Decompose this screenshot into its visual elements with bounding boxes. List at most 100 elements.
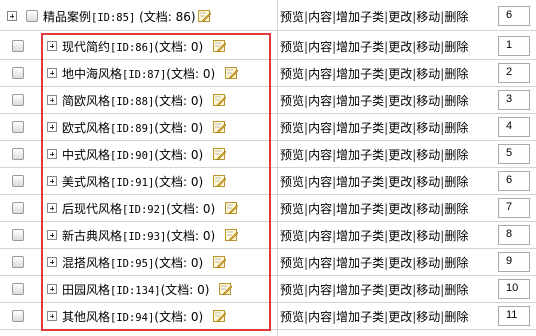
move-link[interactable]: 移动	[416, 121, 440, 135]
edit-link[interactable]: 更改	[388, 229, 412, 243]
preview-link[interactable]: 预览	[280, 283, 304, 297]
sort-order-input[interactable]: 9	[498, 252, 530, 272]
preview-link[interactable]: 预览	[280, 202, 304, 216]
sort-order-input[interactable]: 4	[498, 117, 530, 137]
sort-order-input[interactable]: 7	[498, 198, 530, 218]
row-checkbox[interactable]	[12, 175, 24, 187]
edit-link[interactable]: 更改	[388, 67, 412, 81]
move-link[interactable]: 移动	[416, 10, 440, 24]
delete-link[interactable]: 删除	[444, 283, 468, 297]
sort-order-input[interactable]: 2	[498, 63, 530, 83]
delete-link[interactable]: 删除	[444, 67, 468, 81]
sort-order-input[interactable]: 5	[498, 144, 530, 164]
preview-link[interactable]: 预览	[280, 256, 304, 270]
edit-link[interactable]: 更改	[388, 121, 412, 135]
row-checkbox[interactable]	[12, 67, 24, 79]
preview-link[interactable]: 预览	[280, 310, 304, 324]
delete-link[interactable]: 删除	[444, 256, 468, 270]
edit-link[interactable]: 更改	[388, 175, 412, 189]
preview-link[interactable]: 预览	[280, 94, 304, 108]
edit-link[interactable]: 更改	[388, 202, 412, 216]
row-checkbox[interactable]	[12, 202, 24, 214]
sort-order-input[interactable]: 6	[498, 171, 530, 191]
move-link[interactable]: 移动	[416, 310, 440, 324]
add-child-link[interactable]: 增加子类	[336, 10, 384, 24]
delete-link[interactable]: 删除	[444, 40, 468, 54]
delete-link[interactable]: 删除	[444, 10, 468, 24]
preview-link[interactable]: 预览	[280, 175, 304, 189]
edit-link[interactable]: 更改	[388, 256, 412, 270]
content-link[interactable]: 内容	[308, 94, 332, 108]
move-link[interactable]: 移动	[416, 40, 440, 54]
move-link[interactable]: 移动	[416, 94, 440, 108]
add-child-link[interactable]: 增加子类	[336, 148, 384, 162]
move-link[interactable]: 移动	[416, 256, 440, 270]
edit-link[interactable]: 更改	[388, 94, 412, 108]
add-child-link[interactable]: 增加子类	[336, 256, 384, 270]
content-link[interactable]: 内容	[308, 202, 332, 216]
preview-link[interactable]: 预览	[280, 40, 304, 54]
actions-group: 预览|内容|增加子类|更改|移动|删除	[280, 202, 468, 216]
add-child-link[interactable]: 增加子类	[336, 229, 384, 243]
delete-link[interactable]: 删除	[444, 148, 468, 162]
delete-link[interactable]: 删除	[444, 121, 468, 135]
delete-link[interactable]: 删除	[444, 175, 468, 189]
preview-link[interactable]: 预览	[280, 67, 304, 81]
row-checkbox[interactable]	[12, 121, 24, 133]
preview-link[interactable]: 预览	[280, 121, 304, 135]
move-link[interactable]: 移动	[416, 202, 440, 216]
content-link[interactable]: 内容	[308, 283, 332, 297]
content-link[interactable]: 内容	[308, 256, 332, 270]
content-link[interactable]: 内容	[308, 40, 332, 54]
preview-link[interactable]: 预览	[280, 148, 304, 162]
edit-link[interactable]: 更改	[388, 283, 412, 297]
add-child-link[interactable]: 增加子类	[336, 67, 384, 81]
row-checkbox[interactable]	[26, 10, 38, 22]
add-child-link[interactable]: 增加子类	[336, 283, 384, 297]
add-child-link[interactable]: 增加子类	[336, 175, 384, 189]
move-link[interactable]: 移动	[416, 148, 440, 162]
delete-link[interactable]: 删除	[444, 229, 468, 243]
delete-link[interactable]: 删除	[444, 310, 468, 324]
expand-plus-icon[interactable]	[7, 11, 17, 21]
add-child-link[interactable]: 增加子类	[336, 310, 384, 324]
row-checkbox[interactable]	[12, 40, 24, 52]
sort-order-input[interactable]: 11	[498, 306, 530, 326]
sort-order-input[interactable]: 10	[498, 279, 530, 299]
move-link[interactable]: 移动	[416, 283, 440, 297]
row-checkbox[interactable]	[12, 229, 24, 241]
row-checkbox[interactable]	[12, 94, 24, 106]
preview-link[interactable]: 预览	[280, 10, 304, 24]
sort-order-input[interactable]: 6	[498, 6, 530, 26]
content-link[interactable]: 内容	[308, 310, 332, 324]
move-link[interactable]: 移动	[416, 175, 440, 189]
row-checkbox[interactable]	[12, 310, 24, 322]
content-link[interactable]: 内容	[308, 148, 332, 162]
move-link[interactable]: 移动	[416, 229, 440, 243]
content-link[interactable]: 内容	[308, 121, 332, 135]
sort-order-input[interactable]: 1	[498, 36, 530, 56]
row-checkbox[interactable]	[12, 148, 24, 160]
add-child-link[interactable]: 增加子类	[336, 40, 384, 54]
preview-link[interactable]: 预览	[280, 229, 304, 243]
delete-link[interactable]: 删除	[444, 94, 468, 108]
content-link[interactable]: 内容	[308, 175, 332, 189]
edit-link[interactable]: 更改	[388, 148, 412, 162]
add-child-link[interactable]: 增加子类	[336, 121, 384, 135]
category-label[interactable]: 精品案例[ID:85] (文档: 86)	[43, 10, 196, 25]
add-child-link[interactable]: 增加子类	[336, 202, 384, 216]
edit-link[interactable]: 更改	[388, 310, 412, 324]
row-checkbox[interactable]	[12, 256, 24, 268]
delete-link[interactable]: 删除	[444, 202, 468, 216]
content-link[interactable]: 内容	[308, 229, 332, 243]
content-link[interactable]: 内容	[308, 10, 332, 24]
edit-link[interactable]: 更改	[388, 10, 412, 24]
sort-order-input[interactable]: 8	[498, 225, 530, 245]
add-child-link[interactable]: 增加子类	[336, 94, 384, 108]
content-link[interactable]: 内容	[308, 67, 332, 81]
move-link[interactable]: 移动	[416, 67, 440, 81]
edit-link[interactable]: 更改	[388, 40, 412, 54]
row-checkbox[interactable]	[12, 283, 24, 295]
sort-order-input[interactable]: 3	[498, 90, 530, 110]
pencil-note-icon[interactable]	[198, 10, 211, 22]
